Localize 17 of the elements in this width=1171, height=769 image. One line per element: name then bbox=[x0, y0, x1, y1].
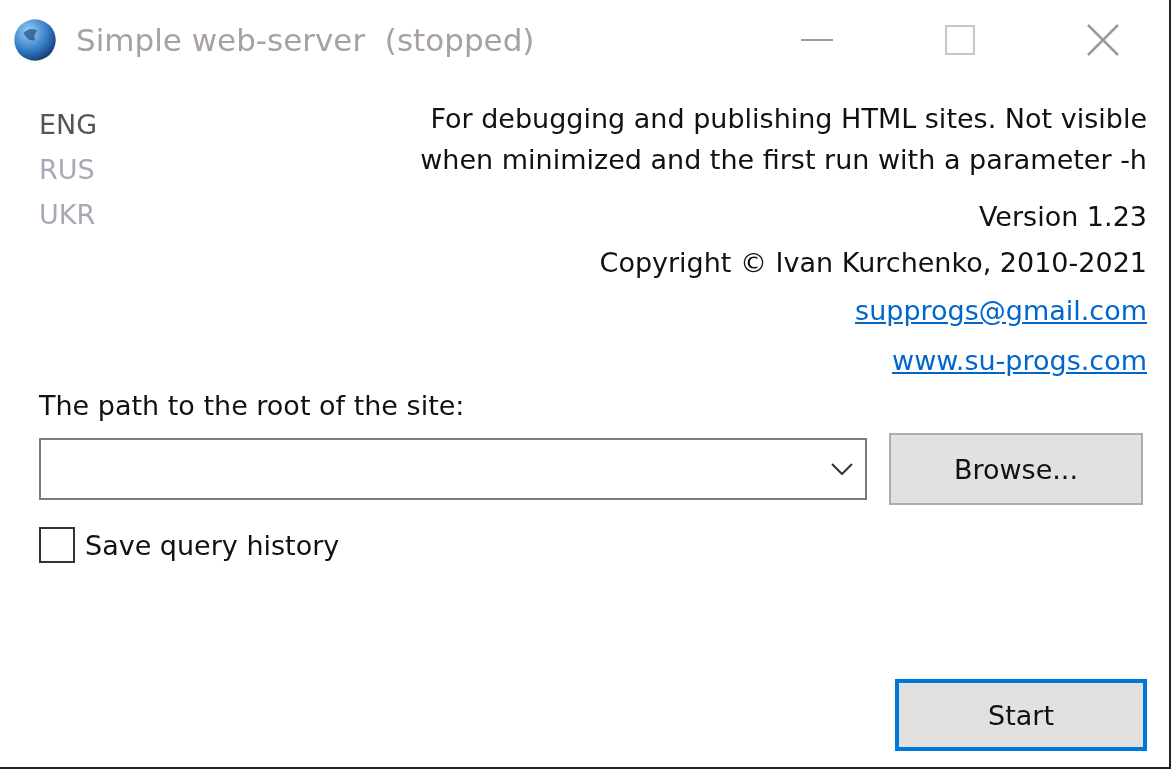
checkbox[interactable] bbox=[39, 527, 75, 563]
path-label: The path to the root of the site: bbox=[39, 390, 465, 421]
chevron-icon[interactable] bbox=[831, 463, 853, 475]
version-text: Version 1.23 bbox=[979, 200, 1147, 234]
close-icon[interactable] bbox=[1087, 24, 1119, 56]
website-link[interactable]: www.su-progs.com bbox=[892, 336, 1147, 386]
minimize-icon[interactable] bbox=[801, 38, 833, 42]
email-link[interactable]: supprogs@gmail.com bbox=[855, 286, 1147, 336]
window-title: Simple web-server (stopped) bbox=[76, 22, 535, 58]
start-button[interactable]: Start bbox=[895, 679, 1147, 751]
language-option[interactable]: ENG bbox=[39, 104, 98, 145]
browse-button[interactable]: Browse... bbox=[889, 433, 1143, 505]
copyright-text: Copyright © Ivan Kurchenko, 2010-2021 bbox=[599, 246, 1147, 280]
checkbox-label: Save query history bbox=[85, 529, 340, 561]
globe-icon bbox=[12, 17, 58, 63]
description-text: For debugging and publishing HTML sites. Not visible when minimized and the first run with a parameter -h bbox=[419, 102, 1147, 177]
path-combo-box[interactable] bbox=[39, 438, 867, 500]
